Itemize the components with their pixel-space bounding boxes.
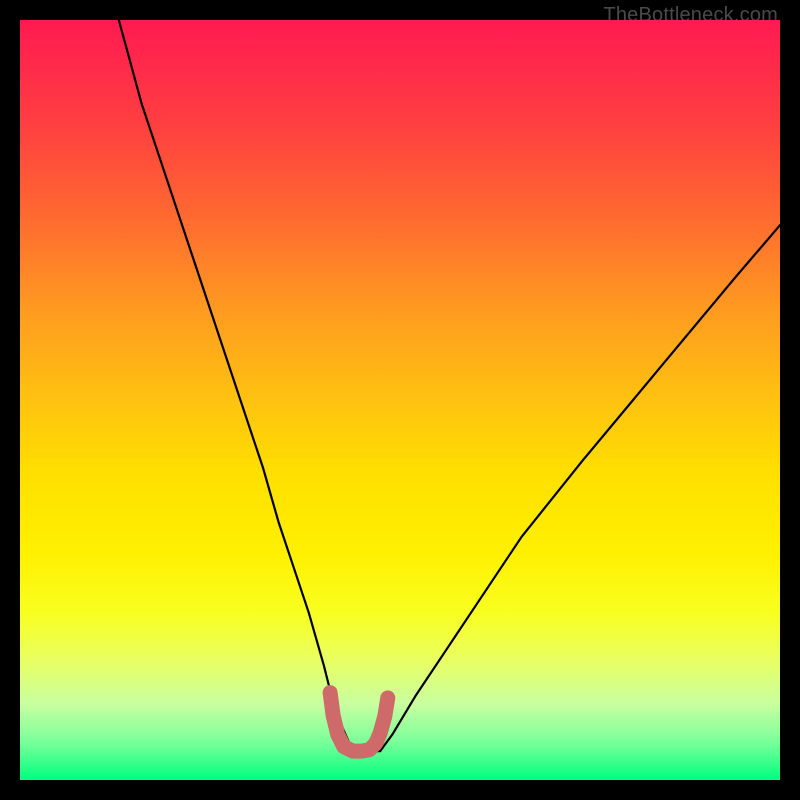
bottleneck-curve — [119, 20, 780, 751]
curve-layer — [20, 20, 780, 780]
plot-area — [20, 20, 780, 780]
chart-frame: TheBottleneck.com — [0, 0, 800, 800]
tolerance-band — [330, 693, 388, 752]
